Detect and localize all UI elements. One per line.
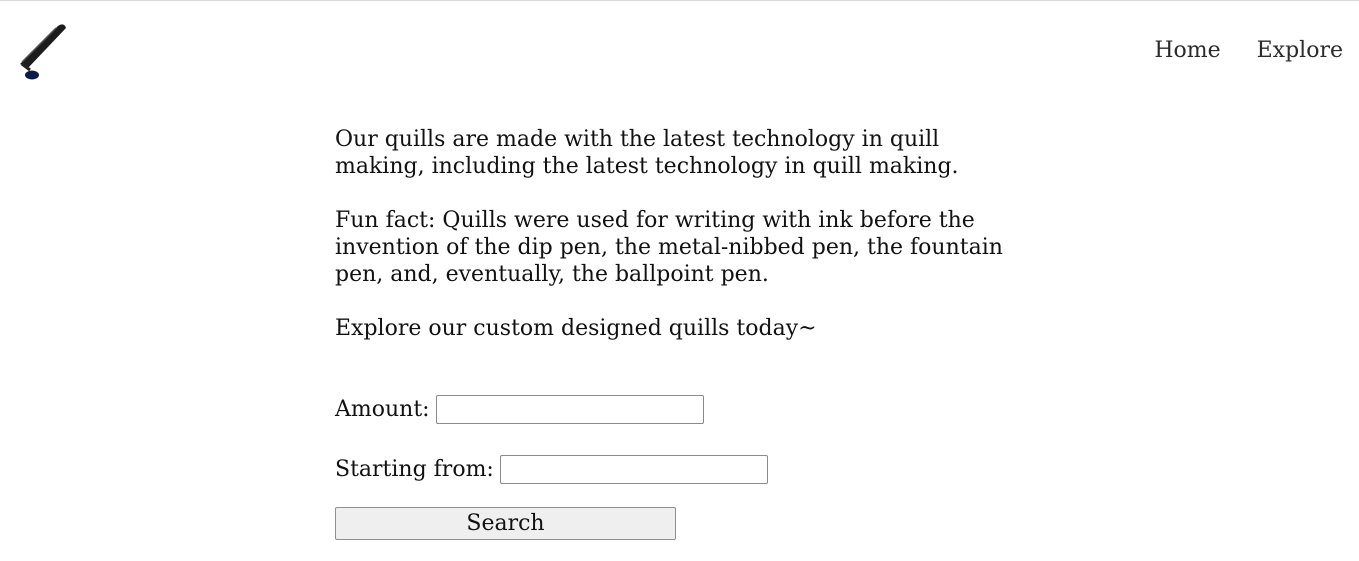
intro-paragraph-technology: Our quills are made with the latest tech… [335, 127, 959, 179]
nav-explore-link[interactable]: Explore [1257, 38, 1343, 63]
top-divider [0, 0, 1359, 1]
main-nav: Home Explore [1154, 38, 1343, 63]
amount-label: Amount: [335, 397, 430, 422]
search-form: Amount: Starting from: Search [335, 393, 768, 540]
amount-input[interactable] [435, 395, 704, 424]
search-button[interactable]: Search [335, 507, 676, 540]
intro-text: Our quills are made with the latest tech… [335, 126, 1015, 369]
intro-paragraph-fun-fact: Fun fact: Quills were used for writing w… [335, 208, 1003, 287]
intro-paragraph-explore: Explore our custom designed quills today… [335, 316, 817, 341]
amount-row: Amount: [335, 393, 768, 426]
quill-icon[interactable] [14, 20, 72, 84]
starting-from-label: Starting from: [335, 457, 494, 482]
starting-from-row: Starting from: [335, 453, 768, 486]
nav-home-link[interactable]: Home [1154, 38, 1220, 63]
starting-from-input[interactable] [499, 455, 768, 484]
